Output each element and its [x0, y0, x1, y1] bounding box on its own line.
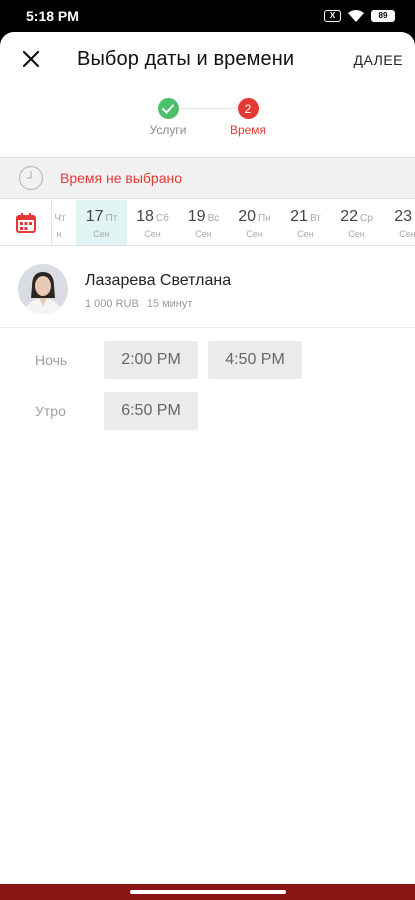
date-day: 22	[340, 208, 358, 225]
step-time: 2 Время	[208, 98, 288, 137]
specialist-price: 1 000 RUB	[85, 298, 139, 310]
date-dow: Пт	[105, 213, 118, 224]
avatar	[18, 264, 68, 314]
home-indicator[interactable]	[130, 890, 286, 894]
time-status-bar: Время не выбрано	[0, 157, 415, 199]
date-dow: Вт	[309, 213, 321, 224]
header: Выбор даты и времени ДАЛЕЕ	[0, 32, 415, 88]
step-number-circle: 2	[237, 98, 259, 119]
specialist-meta: 1 000 RUB 15 минут	[85, 298, 192, 310]
calendar-button[interactable]	[0, 200, 52, 245]
date-dow: Ср	[360, 213, 373, 224]
calendar-icon	[15, 213, 36, 233]
slot-period-label: Ночь	[35, 352, 68, 368]
wifi-icon	[348, 10, 364, 22]
divider	[0, 327, 415, 328]
sim-icon: X	[324, 10, 341, 22]
slot-row-night: Ночь 2:00 PM 4:50 PM	[0, 341, 415, 379]
close-button[interactable]	[18, 46, 44, 72]
date-month: Сен	[348, 229, 365, 239]
date-item[interactable]: 19 Вс Сен	[178, 200, 229, 245]
date-month: Сен	[195, 229, 212, 239]
date-item[interactable]: 21 Вт Сен	[280, 200, 331, 245]
specialist-card: Лазарева Светлана 1 000 RUB 15 минут	[0, 248, 415, 326]
date-month: Сен	[399, 229, 415, 239]
time-slot-button[interactable]: 2:00 PM	[104, 341, 198, 379]
check-icon	[162, 104, 174, 114]
date-item[interactable]: 23Ч Сен	[382, 200, 415, 245]
step-services: Услуги	[128, 98, 208, 137]
close-icon	[22, 50, 40, 68]
stepper: Услуги 2 Время	[0, 88, 415, 158]
date-item-selected[interactable]: 17 Пт Сен	[76, 200, 127, 245]
date-month: Сен	[297, 229, 314, 239]
time-slot-button[interactable]: 6:50 PM	[104, 392, 198, 430]
time-slot-button[interactable]: 4:50 PM	[208, 341, 302, 379]
date-dow: Вс	[207, 213, 220, 224]
slot-row-morning: Утро 6:50 PM	[0, 392, 415, 430]
date-month: Сен	[144, 229, 161, 239]
date-month: Сен	[246, 229, 263, 239]
date-dow: Сб	[155, 213, 169, 224]
step-label-time: Время	[229, 123, 267, 137]
specialist-name: Лазарева Светлана	[85, 272, 232, 289]
date-dow: Чт	[54, 213, 66, 224]
date-day: 17	[85, 208, 104, 225]
specialist-duration: 15 минут	[146, 298, 193, 310]
date-day: 19	[187, 208, 206, 225]
clock-icon	[18, 165, 44, 191]
status-time: 5:18 PM	[26, 8, 79, 24]
system-nav-bar	[0, 884, 415, 900]
date-month: Сен	[93, 229, 110, 239]
date-item[interactable]: 18 Сб Сен	[127, 200, 178, 245]
date-day: 18	[136, 208, 154, 225]
date-day: 20	[238, 208, 257, 225]
step-label-services: Услуги	[149, 123, 187, 137]
next-button[interactable]: ДАЛЕЕ	[354, 52, 404, 68]
battery-icon: 89	[371, 10, 395, 22]
status-icons: X 89	[324, 9, 395, 23]
status-bar: 5:18 PM X 89	[0, 0, 415, 32]
page-title: Выбор даты и времени	[77, 48, 295, 70]
time-status-text: Время не выбрано	[60, 170, 183, 186]
date-item[interactable]: 20 Пн Сен	[229, 200, 280, 245]
step-done-circle	[157, 98, 179, 119]
date-day: 21	[290, 208, 308, 225]
slot-period-label: Утро	[35, 403, 66, 419]
date-strip[interactable]: Чт н 17 Пт Сен 18 Сб Сен 19 Вс Сен 20 Пн Сен…	[0, 200, 415, 246]
date-list: Чт н 17 Пт Сен 18 Сб Сен 19 Вс Сен 20 Пн Сен…	[42, 200, 415, 245]
date-dow: Пн	[258, 213, 271, 224]
date-day: 23	[394, 208, 413, 225]
date-item[interactable]: 22 Ср Сен	[331, 200, 382, 245]
